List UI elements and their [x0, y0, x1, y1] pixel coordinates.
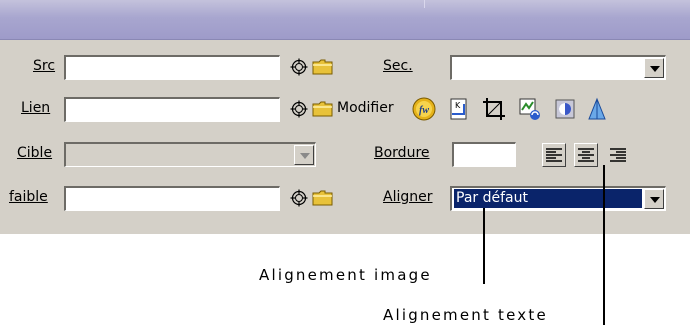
src-input[interactable]: [64, 55, 280, 80]
aligner-selected-value: Par défaut: [454, 189, 642, 208]
titlebar-divider: [424, 0, 425, 8]
lien-label: Lien: [21, 100, 51, 116]
bordure-label: Bordure: [374, 145, 430, 161]
browse-folder-icon[interactable]: [312, 59, 333, 75]
chevron-down-icon[interactable]: [644, 58, 664, 78]
point-to-file-icon[interactable]: [290, 58, 308, 76]
modifier-label: Modifier: [337, 100, 394, 116]
image-align-pointer: [483, 208, 485, 284]
align-center-button[interactable]: [574, 143, 598, 167]
chevron-down-icon: [294, 145, 314, 165]
align-center-icon: [578, 148, 594, 162]
cible-select[interactable]: [64, 142, 316, 167]
edit-fireworks-icon[interactable]: fw: [411, 96, 437, 122]
resample-icon[interactable]: [517, 96, 543, 122]
crop-icon[interactable]: [481, 96, 507, 122]
aligner-label: Aligner: [383, 189, 433, 205]
point-to-file-icon[interactable]: [290, 189, 308, 207]
property-inspector: Src Sec. Lien Modifier fw K Cible Bordur…: [0, 0, 690, 234]
lien-input[interactable]: [64, 97, 280, 122]
brightness-icon[interactable]: [552, 96, 578, 122]
inspector-titlebar: [0, 0, 690, 40]
browse-folder-icon[interactable]: [312, 101, 333, 117]
align-left-icon: [546, 148, 562, 162]
svg-text:K: K: [455, 101, 461, 110]
browse-folder-icon[interactable]: [312, 190, 333, 206]
faible-label: faible: [9, 189, 48, 205]
sec-label: Sec.: [383, 58, 413, 74]
chevron-down-icon[interactable]: [644, 189, 664, 209]
image-alignment-callout: Alignement image: [259, 266, 432, 284]
cible-label: Cible: [17, 145, 53, 161]
sharpen-icon[interactable]: [584, 96, 610, 122]
faible-input[interactable]: [64, 186, 280, 211]
align-right-icon: [610, 148, 626, 162]
svg-text:fw: fw: [419, 105, 429, 116]
text-alignment-callout: Alignement texte: [383, 306, 548, 324]
align-left-button[interactable]: [542, 143, 566, 167]
optimize-icon[interactable]: K: [446, 96, 472, 122]
point-to-file-icon[interactable]: [290, 100, 308, 118]
sec-select[interactable]: [450, 55, 666, 80]
text-align-pointer: [603, 165, 605, 325]
src-label: Src: [33, 58, 56, 74]
bordure-input[interactable]: [452, 142, 516, 167]
align-right-button[interactable]: [606, 143, 630, 167]
